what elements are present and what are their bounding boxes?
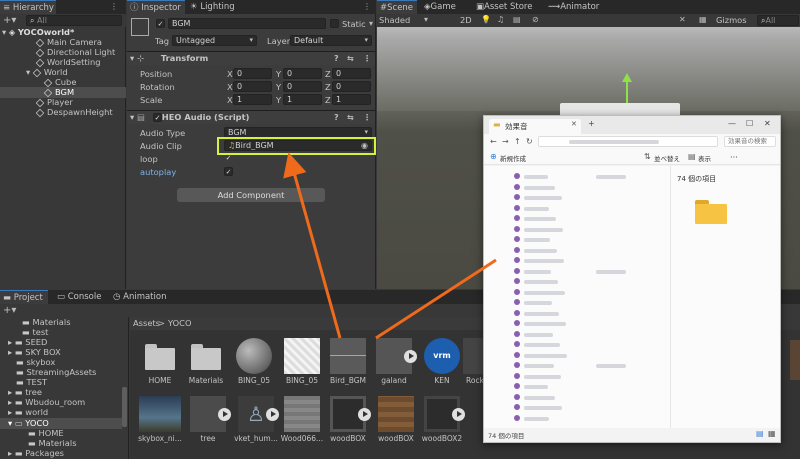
arrow-to-audio-clip — [283, 152, 342, 339]
annotation-arrows — [283, 152, 497, 340]
arrow-from-explorer — [375, 258, 497, 340]
